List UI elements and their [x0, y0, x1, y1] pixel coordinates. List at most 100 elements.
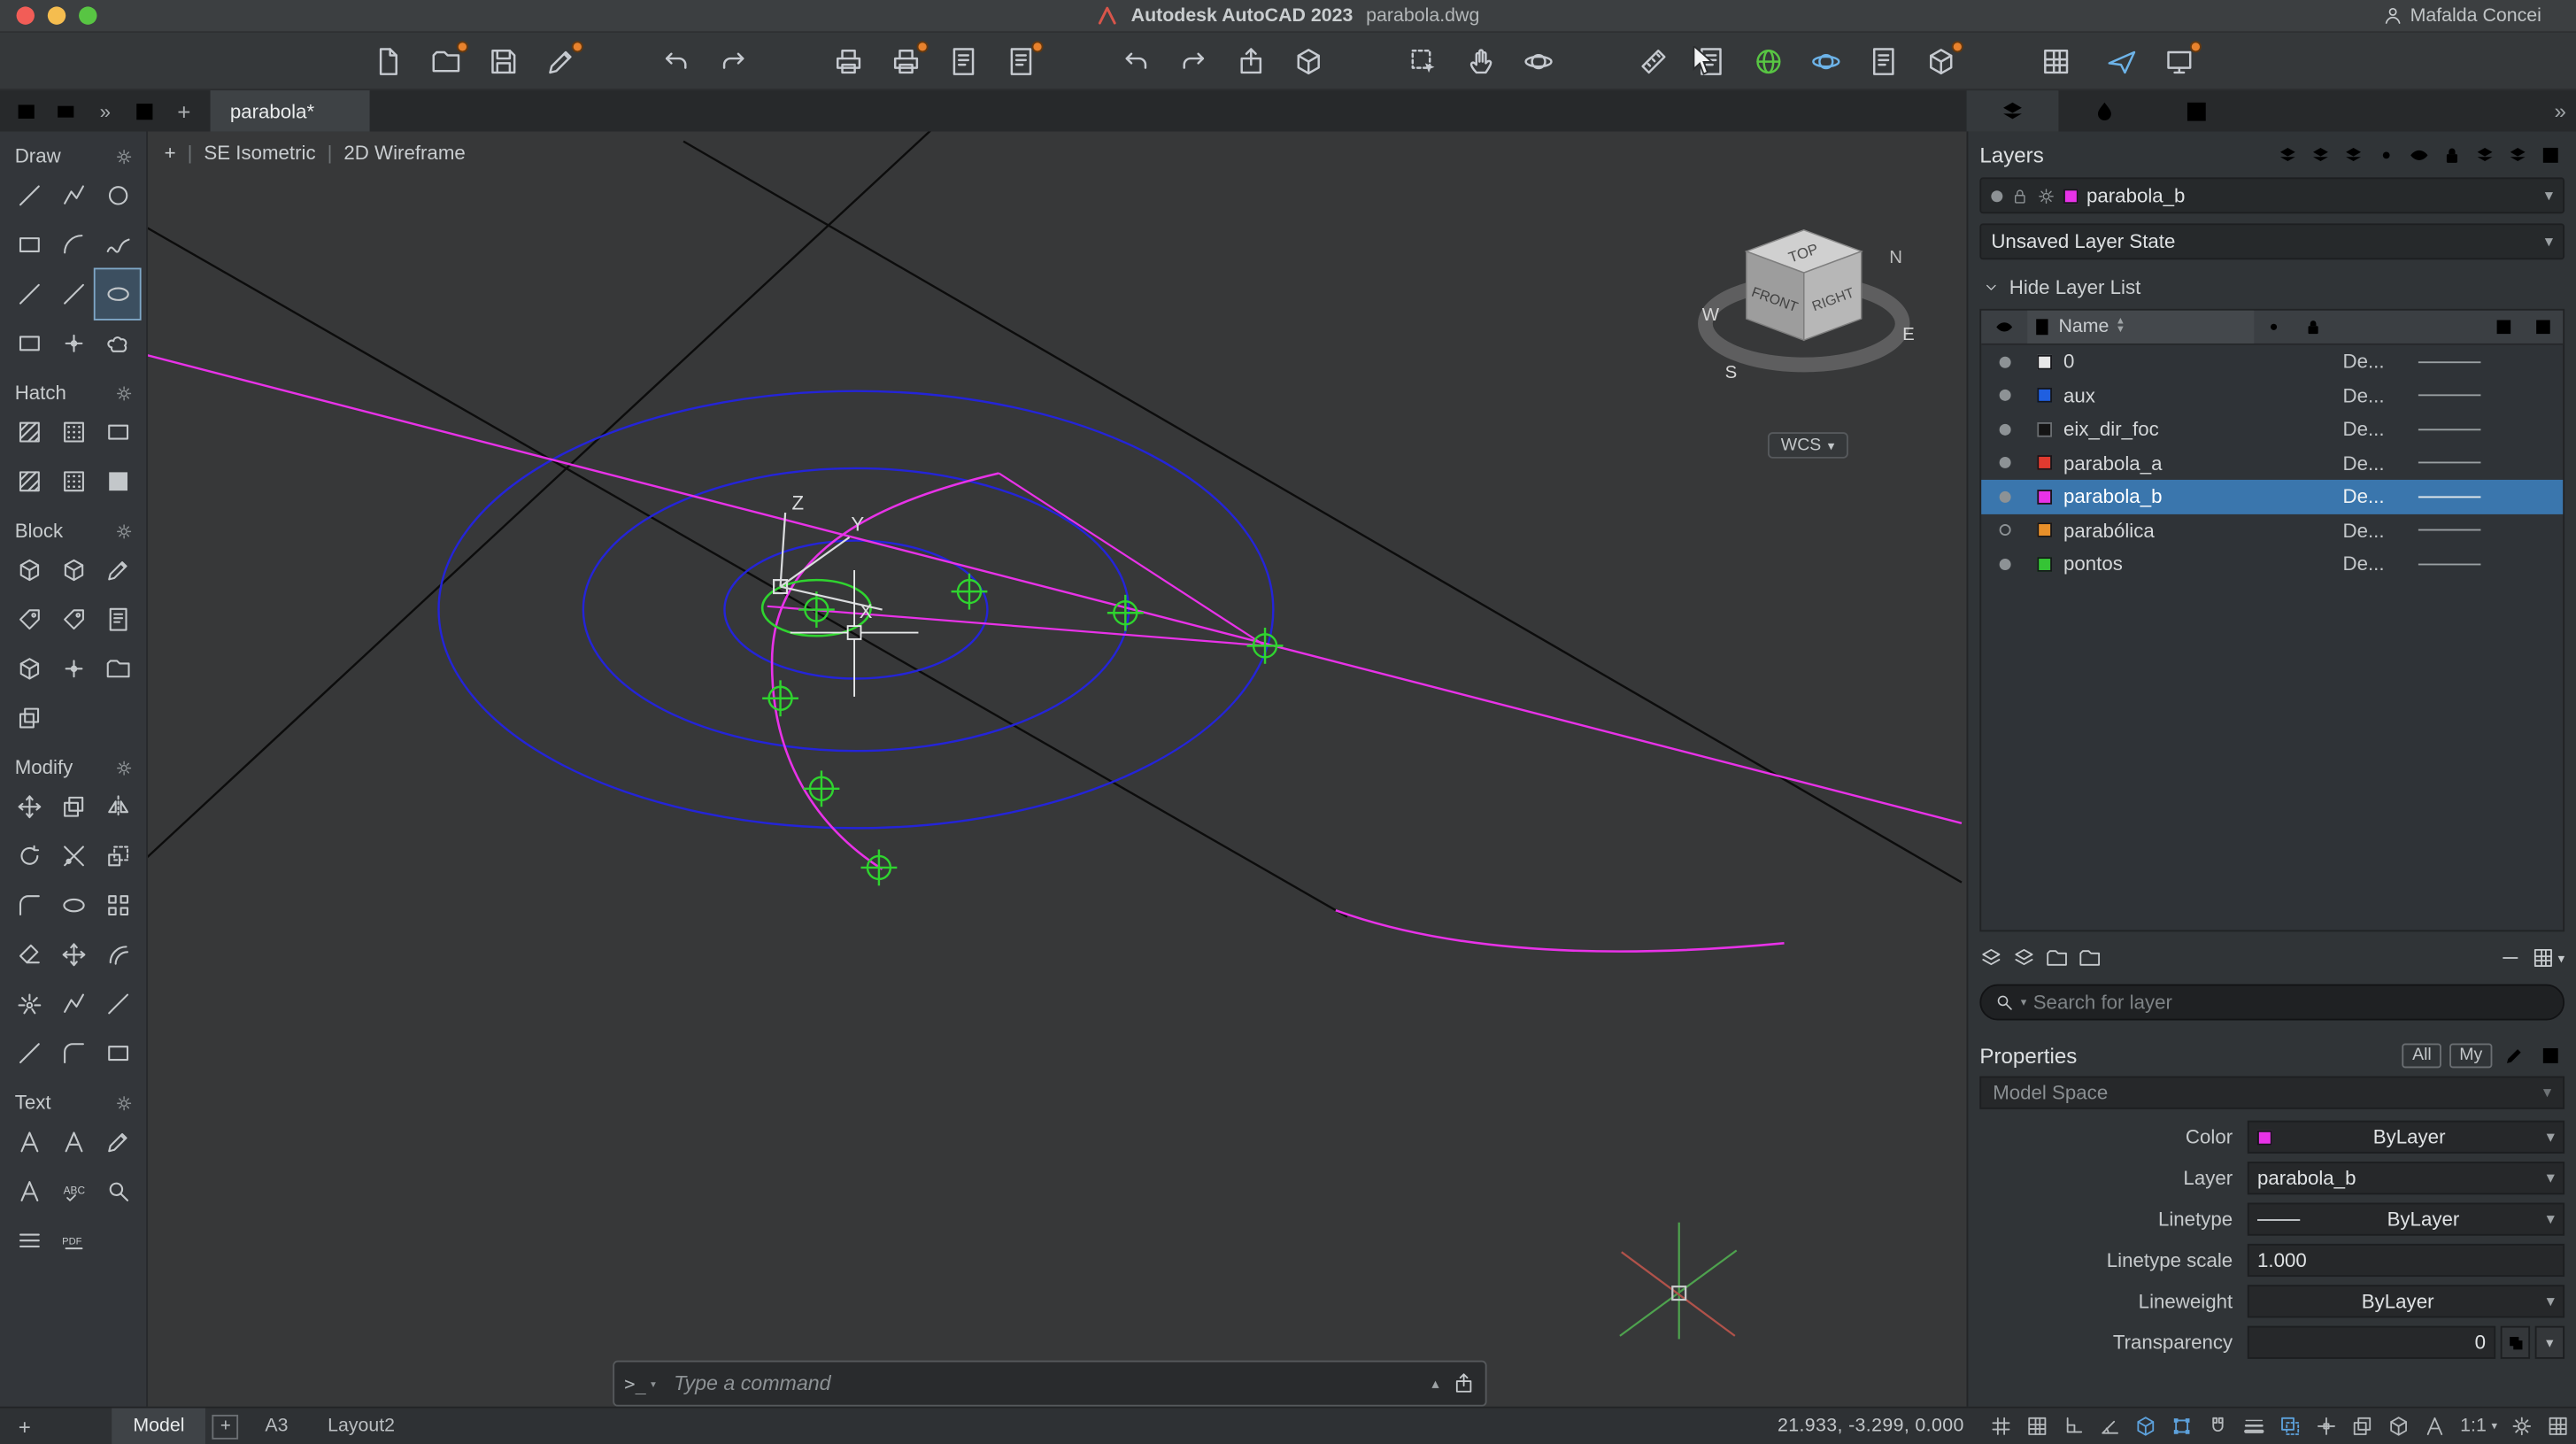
sort-icons[interactable]: ▲▼ — [2116, 319, 2125, 336]
section-title[interactable]: Draw — [15, 144, 61, 167]
annotation-visibility-icon[interactable] — [2418, 1409, 2454, 1442]
polar-tracking-icon[interactable] — [2092, 1409, 2128, 1442]
send-feedback-button[interactable] — [2102, 41, 2142, 81]
find-text-tool[interactable] — [96, 1167, 140, 1216]
join-tool[interactable] — [51, 979, 96, 1029]
directrix-line[interactable] — [148, 353, 1962, 823]
base-point-tool[interactable] — [51, 645, 96, 694]
layout-tab-layout2[interactable]: Layout2 — [308, 1417, 415, 1436]
drawing-canvas[interactable]: + | SE Isometric | 2D Wireframe — [148, 131, 1966, 1406]
grid-toggle-icon[interactable] — [1984, 1409, 2020, 1442]
transfer-button[interactable] — [1230, 41, 1271, 81]
layer-linetype-sample[interactable] — [2418, 462, 2481, 464]
model-geometry[interactable]: Z Y X — [148, 131, 1966, 1406]
linetype-dropdown[interactable]: ByLayer ▾ — [2248, 1203, 2564, 1236]
autodesk-docs-button[interactable] — [1748, 41, 1789, 81]
ray-tool[interactable] — [51, 269, 96, 319]
layer-linetype-sample[interactable] — [2418, 529, 2481, 531]
add-layout-icon[interactable]: + — [4, 1414, 46, 1439]
gear-icon[interactable] — [115, 521, 133, 539]
hatch-edit-tool[interactable] — [51, 457, 96, 506]
stretch-tool[interactable] — [51, 930, 96, 979]
shared-views-button[interactable] — [1863, 41, 1904, 81]
layer-color-swatch[interactable] — [2036, 456, 2051, 471]
lineweight-display-icon[interactable] — [2237, 1409, 2273, 1442]
annotation-scale-control[interactable]: 1:1▾ — [2454, 1417, 2504, 1436]
define-attribute-tool[interactable] — [6, 595, 50, 645]
layer-status-dot[interactable] — [1999, 524, 2010, 536]
layer-lock-icon[interactable] — [2438, 142, 2466, 168]
layer-row[interactable]: parabólica De... — [1981, 514, 2563, 547]
zoom-window-button[interactable] — [79, 6, 96, 24]
scale-tool[interactable] — [96, 831, 140, 881]
transparency-input[interactable]: 0 — [2248, 1326, 2495, 1359]
parabola-curve[interactable] — [772, 473, 999, 869]
save-as-button[interactable] — [541, 41, 582, 81]
open-file-button[interactable] — [426, 41, 467, 81]
layout-menu-icon[interactable] — [46, 1416, 89, 1437]
view-control[interactable]: SE Isometric — [204, 142, 315, 165]
layer-status-dot[interactable] — [1999, 457, 2010, 468]
snap-toggle-icon[interactable] — [2020, 1409, 2056, 1442]
layer-color-swatch[interactable] — [2036, 490, 2051, 505]
attach-reference-tool[interactable] — [96, 645, 140, 694]
collapse-command-icon[interactable]: ▴ — [1431, 1374, 1438, 1392]
section-title[interactable]: Modify — [15, 756, 73, 779]
break-tool[interactable] — [96, 979, 140, 1029]
blue-circle-middle[interactable] — [583, 468, 1129, 751]
layer-status-dot[interactable] — [1999, 423, 2010, 435]
ucs-icon[interactable]: Z Y X — [774, 491, 882, 622]
save-button[interactable] — [483, 41, 524, 81]
array-tool[interactable] — [96, 881, 140, 930]
new-layout-button[interactable]: + — [212, 1414, 239, 1439]
layer-states-icon[interactable] — [2274, 142, 2302, 168]
layer-unisolate-icon[interactable] — [2340, 142, 2368, 168]
space-selector[interactable]: Model Space ▾ — [1979, 1077, 2564, 1109]
layer-name[interactable]: pontos — [2060, 552, 2342, 575]
visibility-column-header[interactable] — [1981, 317, 2027, 336]
layer-row[interactable]: pontos De... — [1981, 547, 2563, 581]
new-layer-vp-icon[interactable] — [2012, 946, 2035, 969]
trim-tool[interactable] — [51, 831, 96, 881]
freeze-column-header[interactable] — [2254, 317, 2294, 336]
tab-overflow-chevron[interactable]: » — [86, 95, 126, 127]
panel-dock-icon[interactable] — [2537, 1042, 2565, 1069]
viewcube-east-label[interactable]: E — [1902, 325, 1915, 344]
import-button[interactable] — [1115, 41, 1156, 81]
parabola-arc-segment[interactable] — [1336, 910, 1785, 951]
gear-icon[interactable] — [115, 758, 133, 776]
multiline-text-tool[interactable] — [51, 1117, 96, 1167]
columns-icon[interactable] — [2524, 317, 2564, 336]
layer-lineweight[interactable]: De... — [2343, 418, 2418, 441]
layer-lineweight[interactable]: De... — [2343, 384, 2418, 407]
hatch-pattern-tool[interactable] — [6, 407, 50, 457]
selection-button[interactable] — [1403, 41, 1444, 81]
block-editor-tool[interactable] — [96, 545, 140, 595]
batch-plot-button[interactable] — [885, 41, 926, 81]
layer-color-swatch[interactable] — [2036, 388, 2051, 403]
layer-group-icon[interactable] — [2046, 946, 2069, 969]
manage-attributes-tool[interactable] — [96, 595, 140, 645]
current-layer-dropdown[interactable]: parabola_b ▾ — [1979, 177, 2564, 213]
new-drawing-tab-button[interactable]: + — [165, 95, 204, 127]
snap-tracking-icon[interactable] — [2201, 1409, 2237, 1442]
blue-circle-outer[interactable] — [439, 391, 1274, 829]
layer-name[interactable]: parabola_b — [2060, 485, 2342, 508]
layer-status-dot[interactable] — [1999, 390, 2010, 401]
hatch-dots-tool[interactable] — [51, 407, 96, 457]
layer-isolate-icon[interactable] — [2307, 142, 2335, 168]
command-line[interactable]: >_▾ ▴ — [613, 1361, 1486, 1407]
rotate-tool[interactable] — [6, 831, 50, 881]
transparency-dropdown-button[interactable]: ▾ — [2535, 1326, 2564, 1359]
layer-search[interactable]: ▾ — [1979, 985, 2564, 1021]
layer-name[interactable]: parabola_a — [2060, 452, 2342, 475]
edit-properties-icon[interactable] — [2501, 1042, 2529, 1069]
rectangle-tool[interactable] — [6, 220, 50, 270]
transparency-toggle-icon[interactable] — [2273, 1409, 2310, 1442]
mirror-tool[interactable] — [96, 782, 140, 831]
solid-fill-tool[interactable] — [96, 457, 140, 506]
viewcube-west-label[interactable]: W — [1702, 305, 1720, 325]
customize-status-icon[interactable] — [2540, 1409, 2576, 1442]
etransmit-button[interactable] — [1288, 41, 1329, 81]
layer-linetype-sample[interactable] — [2418, 429, 2481, 430]
